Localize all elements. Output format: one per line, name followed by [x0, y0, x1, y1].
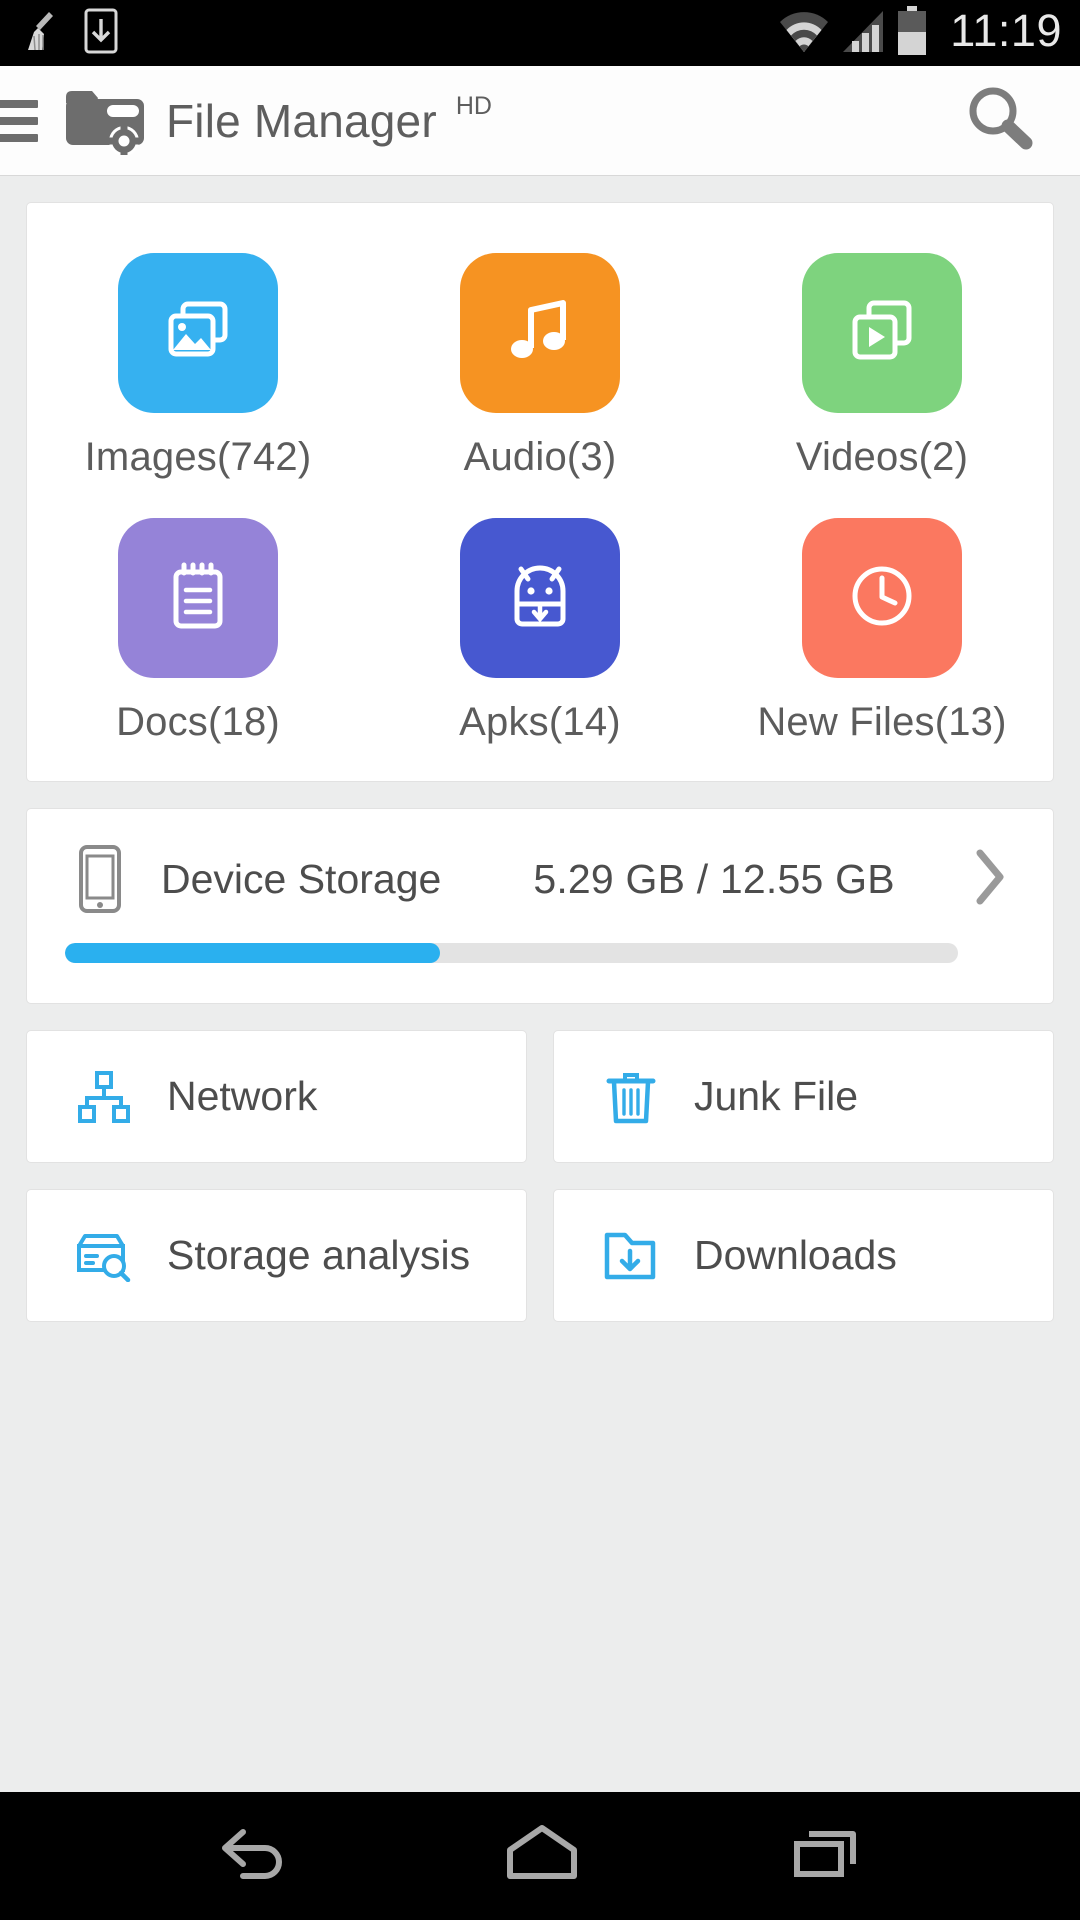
- tile-label: Junk File: [694, 1073, 859, 1119]
- hamburger-menu-icon[interactable]: [0, 99, 40, 142]
- app-brand: File Manager HD: [62, 81, 492, 160]
- app-bar: File Manager HD: [0, 66, 1080, 176]
- category-item-apks[interactable]: Apks(14): [369, 518, 711, 745]
- clock-icon: [845, 559, 919, 638]
- audio-tile[interactable]: [460, 253, 620, 413]
- status-bar: 11:19: [0, 0, 1080, 66]
- trash-bin-icon: [602, 1068, 660, 1126]
- storage-progress-bar: [65, 943, 958, 963]
- images-tile[interactable]: [118, 253, 278, 413]
- action-tiles: Network Junk File Storage analysis Downl…: [26, 1030, 1054, 1322]
- wifi-icon: [778, 8, 830, 59]
- notepad-icon: [166, 559, 230, 638]
- broom-icon: [22, 10, 62, 57]
- photo-stack-icon: [161, 294, 235, 373]
- folder-gear-logo-icon: [62, 81, 150, 160]
- chevron-right-icon[interactable]: [967, 845, 1015, 914]
- phone-screen: 11:19 File Manager HD Images(742) Audio(…: [0, 0, 1080, 1920]
- android-robot-icon: [507, 559, 573, 638]
- device-storage-label: Device Storage: [161, 855, 442, 902]
- category-label: New Files(13): [757, 700, 1007, 744]
- app-title: File Manager: [166, 94, 437, 147]
- new-files-tile[interactable]: [802, 518, 962, 678]
- android-nav-bar: [0, 1792, 1080, 1920]
- category-grid: Images(742) Audio(3) Videos(2) Docs(18) …: [27, 253, 1053, 745]
- device-storage-row: Device Storage 5.29 GB / 12.55 GB: [65, 843, 1015, 915]
- app-title-superscript: HD: [455, 92, 492, 120]
- category-grid-card: Images(742) Audio(3) Videos(2) Docs(18) …: [26, 202, 1054, 782]
- drive-search-icon: [75, 1230, 133, 1282]
- recents-icon: [787, 1824, 867, 1889]
- category-item-audio[interactable]: Audio(3): [369, 253, 711, 480]
- category-label: Images(742): [84, 435, 312, 479]
- category-label: Videos(2): [795, 435, 969, 479]
- music-note-icon: [505, 294, 575, 373]
- category-item-videos[interactable]: Videos(2): [711, 253, 1053, 480]
- status-bar-left-icons: [22, 8, 118, 59]
- docs-tile[interactable]: [118, 518, 278, 678]
- back-arrow-icon: [213, 1824, 297, 1889]
- tile-label: Downloads: [694, 1232, 897, 1278]
- folder-download-icon: [602, 1230, 660, 1282]
- sitemap-network-icon: [75, 1069, 133, 1125]
- category-label: Audio(3): [463, 435, 617, 479]
- videos-tile[interactable]: [802, 253, 962, 413]
- tile-network[interactable]: Network: [26, 1030, 527, 1163]
- apks-tile[interactable]: [460, 518, 620, 678]
- device-storage-value: 5.29 GB / 12.55 GB: [533, 855, 895, 902]
- storage-progress-fill: [65, 943, 441, 963]
- battery-icon: [896, 5, 928, 61]
- tile-label: Network: [167, 1073, 318, 1119]
- nav-home-button[interactable]: [462, 1806, 622, 1907]
- download-indicator-icon: [84, 8, 118, 59]
- search-button[interactable]: [952, 71, 1046, 170]
- device-storage-card[interactable]: Device Storage 5.29 GB / 12.55 GB: [26, 808, 1054, 1004]
- cellular-signal-icon: [840, 8, 886, 59]
- tile-storage-analysis[interactable]: Storage analysis: [26, 1189, 527, 1322]
- category-item-new-files[interactable]: New Files(13): [711, 518, 1053, 745]
- category-label: Docs(18): [116, 700, 280, 744]
- tile-junk-file[interactable]: Junk File: [553, 1030, 1054, 1163]
- category-label: Apks(14): [459, 700, 621, 744]
- tile-downloads[interactable]: Downloads: [553, 1189, 1054, 1322]
- nav-recents-button[interactable]: [747, 1806, 907, 1907]
- video-stack-icon: [845, 294, 919, 373]
- category-item-images[interactable]: Images(742): [27, 253, 369, 480]
- main-content: Images(742) Audio(3) Videos(2) Docs(18) …: [0, 176, 1080, 1792]
- status-bar-right-icons: 11:19: [778, 5, 1062, 61]
- phone-device-icon: [65, 843, 135, 915]
- tile-label: Storage analysis: [167, 1232, 471, 1278]
- search-icon: [962, 81, 1036, 160]
- home-icon: [502, 1824, 582, 1889]
- category-item-docs[interactable]: Docs(18): [27, 518, 369, 745]
- nav-back-button[interactable]: [173, 1806, 337, 1907]
- status-bar-clock: 11:19: [950, 5, 1062, 56]
